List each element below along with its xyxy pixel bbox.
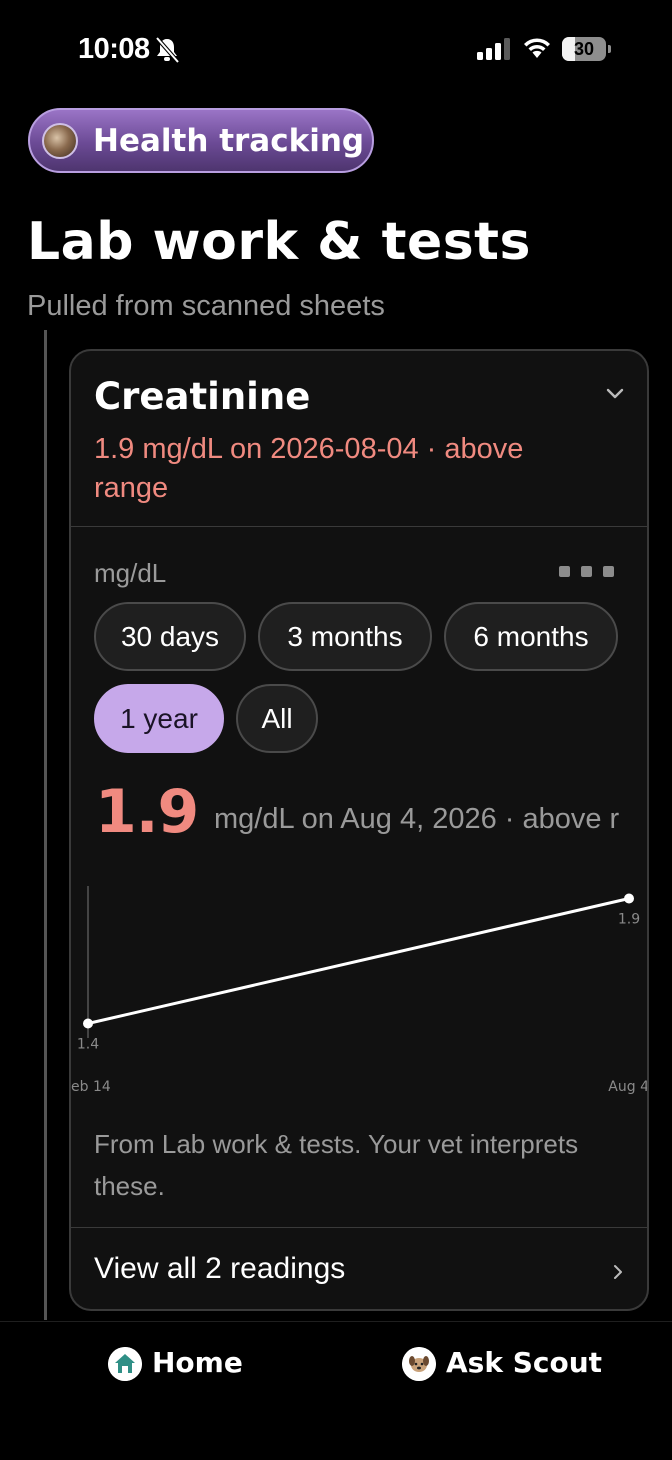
lab-result-card: Creatinine 1.9 mg/dL on 2026-08-04 · abo… <box>69 349 649 1311</box>
view-all-label: View all 2 readings <box>94 1252 346 1285</box>
battery-percent: 30 <box>573 39 595 59</box>
nav-home-label: Home <box>152 1346 243 1379</box>
timeline-rail <box>44 330 47 1320</box>
chart-x-tick-label: Aug 4 <box>608 1079 649 1095</box>
range-30-days-button[interactable]: 30 days <box>94 602 246 671</box>
range-6-months-button[interactable]: 6 months <box>444 602 618 671</box>
range-3-months-button[interactable]: 3 months <box>258 602 432 671</box>
status-time: 10:08 <box>78 33 150 65</box>
battery-cap <box>608 45 611 53</box>
page-title: Lab work & tests <box>27 212 531 272</box>
scout-avatar-icon <box>402 1347 436 1381</box>
battery-icon: 30 <box>562 37 606 61</box>
nav-ask-scout-label: Ask Scout <box>446 1346 603 1379</box>
view-all-readings-button[interactable]: View all 2 readings <box>71 1228 647 1309</box>
chart-point <box>624 893 634 904</box>
chart-data-label: 1.4 <box>77 1037 99 1053</box>
pill-label: Health tracking <box>93 123 365 159</box>
latest-value-description: mg/dL on Aug 4, 2026 · above r <box>214 803 620 835</box>
home-icon <box>108 1347 142 1381</box>
cellular-signal-icon <box>477 38 510 60</box>
trend-chart: 1.4 1.9 eb 14 Aug 4 <box>71 886 649 1095</box>
nav-ask-scout[interactable]: Ask Scout <box>402 1346 602 1386</box>
nav-home[interactable]: Home <box>108 1346 248 1386</box>
chart-data-label: 1.9 <box>618 912 640 928</box>
unit-label: mg/dL <box>94 558 167 588</box>
status-bar: 10:08 30 <box>0 0 672 100</box>
wifi-icon <box>524 38 550 58</box>
bottom-nav: Home Ask Scout <box>0 1321 672 1460</box>
bell-muted-icon <box>155 36 180 64</box>
chart-series-line <box>86 897 631 1025</box>
range-1-year-button[interactable]: 1 year <box>94 684 224 753</box>
card-divider <box>71 526 647 527</box>
range-all-button[interactable]: All <box>236 684 318 753</box>
page-subtitle: Pulled from scanned sheets <box>27 290 385 322</box>
battery-indicator: 30 <box>562 37 612 61</box>
chart-x-tick-label: eb 14 <box>71 1079 111 1095</box>
chart-point <box>83 1018 93 1029</box>
card-summary: 1.9 mg/dL on 2026-08-04 · above range <box>94 433 524 504</box>
more-options-icon[interactable] <box>559 566 615 578</box>
chevron-down-icon[interactable] <box>605 387 625 401</box>
pet-avatar <box>42 123 78 159</box>
card-title[interactable]: Creatinine <box>94 375 310 418</box>
latest-value: 1.9 <box>95 777 199 847</box>
source-footnote: From Lab work & tests. Your vet interpre… <box>94 1129 579 1201</box>
chevron-right-icon <box>614 1265 622 1279</box>
health-tracking-pill[interactable]: Health tracking <box>28 108 374 173</box>
